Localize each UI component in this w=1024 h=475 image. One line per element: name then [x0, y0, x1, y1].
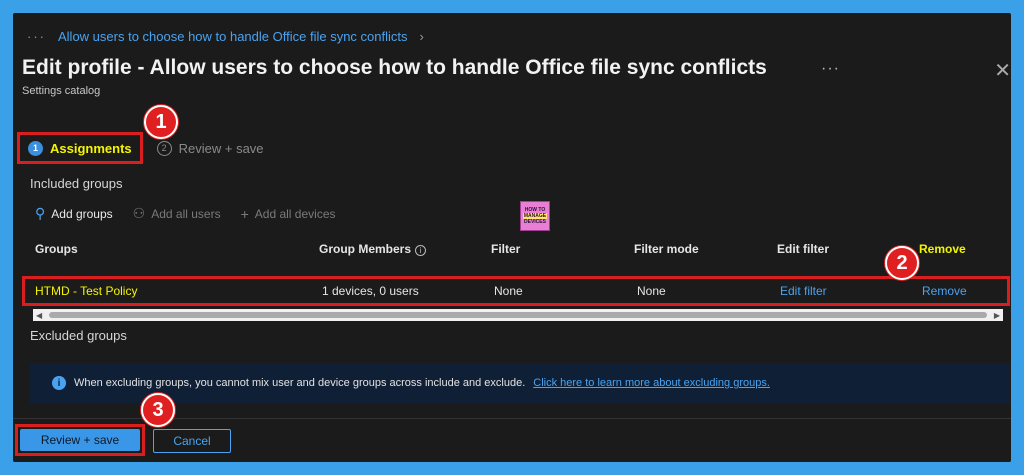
assignments-table: Groups Group Members i Filter Filter mode… [22, 236, 1010, 306]
page-subtitle: Settings catalog [22, 85, 101, 97]
learn-more-link[interactable]: Click here to learn more about excluding… [533, 377, 770, 389]
remove-link[interactable]: Remove [922, 284, 1007, 298]
step-number-badge: 2 [156, 140, 172, 156]
callout-badge-2: 2 [885, 246, 919, 280]
scroll-right-icon[interactable]: ▶ [994, 311, 1000, 320]
add-all-devices-button[interactable]: + Add all devices [241, 206, 336, 222]
exclusion-info-banner: i When excluding groups, you cannot mix … [30, 363, 1010, 403]
step-label: Review + save [178, 140, 264, 156]
included-groups-toolbar: ⚲ Add groups ⚇ Add all users + Add all d… [35, 205, 336, 222]
scroll-thumb[interactable] [49, 312, 987, 318]
column-header-group-members: Group Members i [319, 242, 491, 256]
step-number-badge: 1 [28, 140, 43, 156]
step-assignments[interactable]: 1 Assignments [17, 132, 143, 164]
breadcrumb: ··· Allow users to choose how to handle … [27, 29, 424, 44]
column-header-filter: Filter [491, 242, 521, 256]
excluded-groups-heading: Excluded groups [30, 328, 127, 343]
edit-profile-panel: ··· Allow users to choose how to handle … [13, 13, 1011, 462]
table-row: HTMD - Test Policy 1 devices, 0 users No… [22, 276, 1010, 306]
column-header-groups: Groups [35, 242, 78, 256]
scroll-left-icon[interactable]: ◀ [36, 311, 42, 320]
add-person-icon: ⚲ [35, 205, 46, 221]
more-options-icon[interactable]: ··· [821, 60, 840, 78]
wizard-steps: 1 Assignments 2 Review + save [17, 131, 272, 165]
callout-badge-3: 3 [141, 393, 175, 427]
group-name-cell: HTMD - Test Policy [35, 284, 138, 298]
breadcrumb-current-link[interactable]: Allow users to choose how to handle Offi… [58, 29, 408, 44]
column-header-remove: Remove [919, 242, 966, 256]
watermark-logo: HOW TO MANAGE DEVICES [520, 201, 550, 231]
add-all-users-label: Add all users [151, 206, 221, 221]
breadcrumb-ellipsis[interactable]: ··· [27, 29, 46, 44]
info-icon[interactable]: i [415, 245, 427, 256]
people-icon: ⚇ [132, 205, 146, 221]
add-all-users-button[interactable]: ⚇ Add all users [133, 205, 221, 222]
callout-badge-1: 1 [144, 105, 178, 139]
horizontal-scrollbar[interactable]: ◀ ▶ [33, 309, 1003, 321]
review-save-highlight: Review + save [15, 424, 145, 456]
edit-filter-link[interactable]: Edit filter [780, 284, 922, 298]
filter-mode-cell: None [637, 284, 666, 298]
add-groups-label: Add groups [51, 206, 113, 221]
page-title: Edit profile - Allow users to choose how… [22, 56, 767, 79]
table-header: Groups Group Members i Filter Filter mode… [22, 236, 1010, 262]
info-icon: i [52, 376, 66, 390]
chevron-right-icon: › [419, 29, 424, 44]
info-text: When excluding groups, you cannot mix us… [74, 377, 526, 389]
included-groups-heading: Included groups [30, 176, 123, 191]
review-save-button[interactable]: Review + save [20, 429, 140, 451]
group-members-cell: 1 devices, 0 users [322, 284, 419, 298]
close-icon[interactable]: ✕ [994, 58, 1011, 83]
add-groups-button[interactable]: ⚲ Add groups [35, 205, 113, 222]
add-all-devices-label: Add all devices [254, 206, 336, 221]
step-label: Assignments [50, 140, 132, 156]
column-header-filter-mode: Filter mode [634, 242, 699, 256]
cancel-button[interactable]: Cancel [153, 429, 231, 453]
plus-icon: + [240, 205, 249, 222]
filter-cell: None [494, 284, 523, 298]
